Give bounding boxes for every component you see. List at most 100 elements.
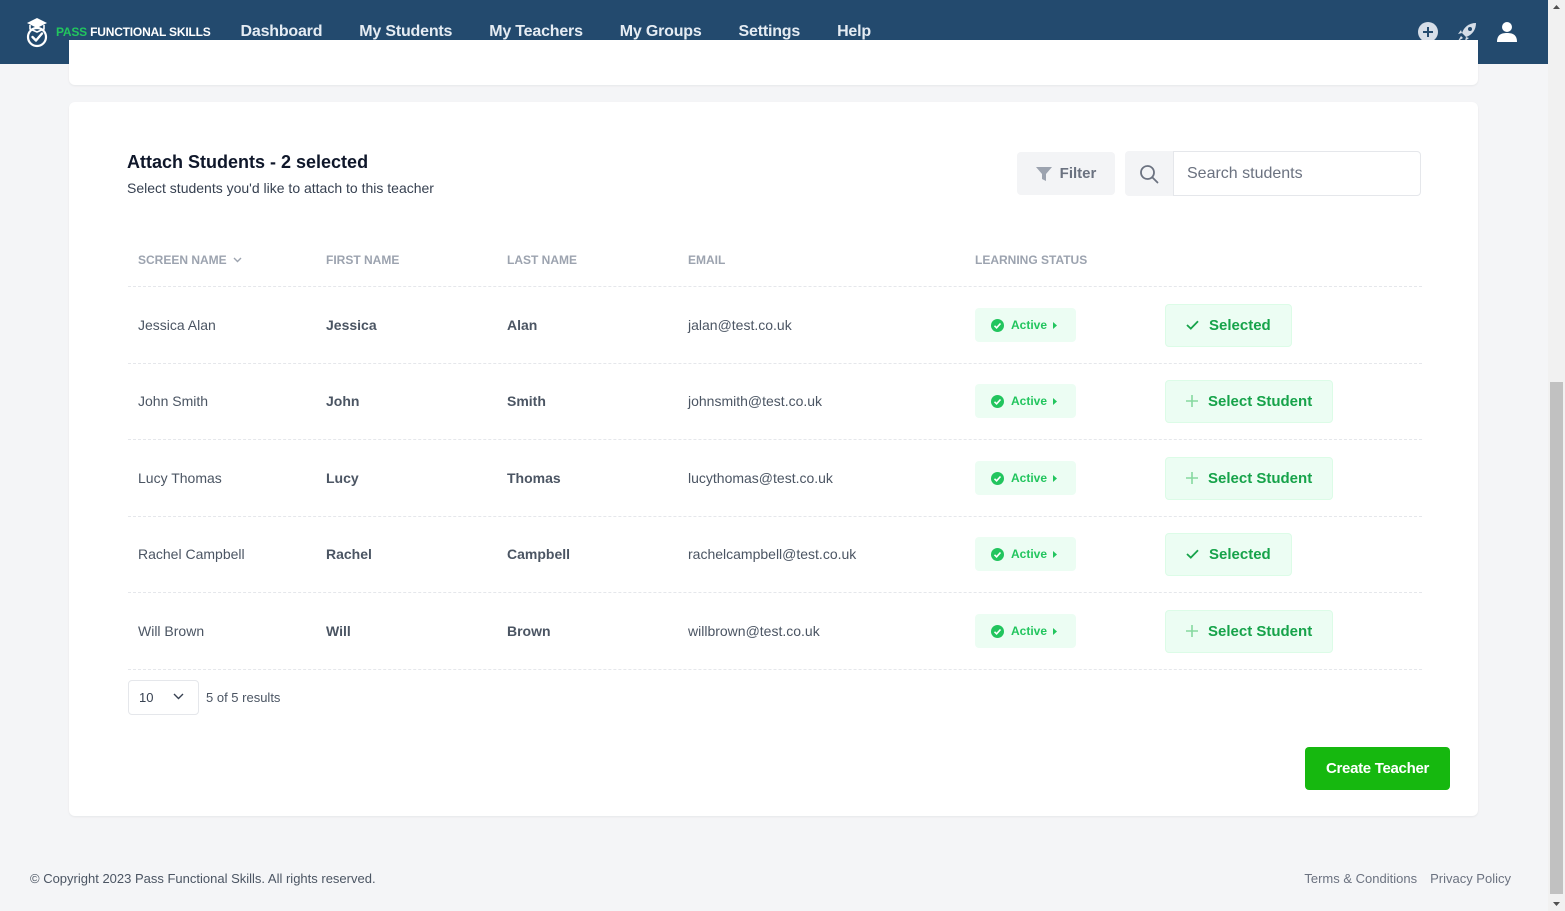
scroll-up-arrow-icon[interactable] (1548, 0, 1565, 14)
table-row: Rachel Campbell Rachel Campbell rachelca… (128, 516, 1422, 593)
select-student-button[interactable]: Select Student (1165, 379, 1334, 423)
nav-settings[interactable]: Settings (739, 23, 801, 41)
logo-suffix: FUNCTIONAL SKILLS (90, 25, 211, 39)
cell-last-name: Alan (507, 317, 538, 333)
check-circle-icon (991, 394, 1004, 408)
plus-icon (1186, 395, 1198, 407)
status-badge[interactable]: Active (975, 384, 1076, 418)
scroll-thumb[interactable] (1550, 382, 1563, 894)
table-row: Jessica Alan Jessica Alan jalan@test.co.… (128, 287, 1422, 364)
logo-prefix: PASS (56, 25, 87, 39)
status-label: Active (1011, 547, 1048, 561)
status-badge[interactable]: Active (975, 614, 1076, 648)
caret-right-icon (1053, 474, 1058, 482)
status-label: Active (1011, 394, 1048, 408)
logo-text: PASS FUNCTIONAL SKILLS (56, 25, 211, 39)
cell-first-name: Lucy (326, 470, 359, 486)
table-row: Lucy Thomas Lucy Thomas lucythomas@test.… (128, 440, 1422, 517)
attach-students-card: Attach Students - 2 selected Select stud… (69, 102, 1478, 816)
check-icon (1186, 320, 1199, 330)
scrollbar[interactable] (1548, 0, 1565, 911)
search-button[interactable] (1125, 151, 1173, 196)
status-badge[interactable]: Active (975, 537, 1076, 571)
user-icon[interactable] (1496, 21, 1518, 43)
cell-last-name: Smith (507, 393, 546, 409)
check-circle-icon (991, 547, 1004, 561)
plus-icon (1186, 625, 1198, 637)
check-circle-icon (991, 624, 1004, 638)
filter-button[interactable]: Filter (1017, 152, 1115, 195)
previous-card (69, 40, 1478, 85)
status-badge[interactable]: Active (975, 461, 1076, 495)
logo-icon (26, 18, 48, 48)
table-header: SCREEN NAME FIRST NAME LAST NAME EMAIL L… (128, 242, 1422, 287)
chevron-down-icon (233, 257, 242, 263)
cell-email: lucythomas@test.co.uk (688, 470, 833, 486)
check-icon (1186, 549, 1199, 559)
header-last-name: LAST NAME (507, 253, 577, 267)
cell-email: rachelcampbell@test.co.uk (688, 546, 857, 562)
results-count: 5 of 5 results (206, 690, 281, 705)
footer-copyright: © Copyright 2023 Pass Functional Skills.… (30, 871, 376, 886)
cell-screen-name: Will Brown (138, 623, 205, 639)
nav-my-students[interactable]: My Students (359, 23, 452, 41)
cell-last-name: Thomas (507, 470, 561, 486)
cell-first-name: Jessica (326, 317, 377, 333)
cell-last-name: Campbell (507, 546, 571, 562)
check-circle-icon (991, 318, 1004, 332)
status-badge[interactable]: Active (975, 308, 1076, 342)
cell-first-name: John (326, 393, 360, 409)
cell-first-name: Rachel (326, 546, 372, 562)
cell-action: Selected (1165, 516, 1292, 592)
cell-action: Select Student (1165, 593, 1334, 669)
chevron-down-icon (173, 693, 184, 700)
cell-screen-name: Rachel Campbell (138, 546, 245, 562)
cell-action: Select Student (1165, 363, 1334, 439)
select-student-button[interactable]: Select Student (1165, 456, 1334, 500)
filter-icon (1035, 166, 1052, 181)
privacy-link[interactable]: Privacy Policy (1430, 871, 1511, 886)
select-student-label: Select Student (1208, 622, 1313, 640)
main-nav: Dashboard My Students My Teachers My Gro… (229, 23, 908, 41)
cell-screen-name: John Smith (138, 393, 209, 409)
check-circle-icon (991, 471, 1004, 485)
header-first-name: FIRST NAME (326, 253, 400, 267)
selected-button[interactable]: Selected (1165, 532, 1292, 576)
cell-status: Active (975, 363, 1076, 439)
cell-email: jalan@test.co.uk (688, 317, 792, 333)
cell-screen-name: Jessica Alan (138, 317, 216, 333)
selected-label: Selected (1209, 545, 1271, 563)
cell-first-name: Will (326, 623, 351, 639)
cell-status: Active (975, 593, 1076, 669)
card-subtitle: Select students you'd like to attach to … (127, 180, 434, 196)
plus-circle-icon[interactable] (1418, 22, 1438, 42)
page-size-select[interactable]: 10 (128, 680, 199, 715)
nav-my-groups[interactable]: My Groups (620, 23, 702, 41)
footer-links: Terms & Conditions Privacy Policy (1291, 871, 1511, 886)
nav-help[interactable]: Help (837, 23, 871, 41)
cell-email: willbrown@test.co.uk (688, 623, 820, 639)
page-size-value: 10 (139, 690, 154, 705)
search-input[interactable] (1173, 151, 1421, 196)
selected-label: Selected (1209, 316, 1271, 334)
selected-button[interactable]: Selected (1165, 303, 1292, 347)
card-title: Attach Students - 2 selected (127, 152, 369, 172)
nav-dashboard[interactable]: Dashboard (241, 23, 323, 41)
caret-right-icon (1053, 550, 1058, 558)
status-label: Active (1011, 318, 1048, 332)
terms-link[interactable]: Terms & Conditions (1304, 871, 1417, 886)
cell-status: Active (975, 287, 1076, 363)
header-email: EMAIL (688, 253, 726, 267)
create-teacher-button[interactable]: Create Teacher (1305, 747, 1450, 790)
header-screen-name[interactable]: SCREEN NAME (138, 253, 242, 267)
search-icon (1140, 164, 1159, 183)
scroll-down-arrow-icon[interactable] (1548, 897, 1565, 911)
status-label: Active (1011, 624, 1048, 638)
caret-right-icon (1053, 321, 1058, 329)
nav-my-teachers[interactable]: My Teachers (489, 23, 583, 41)
select-student-button[interactable]: Select Student (1165, 609, 1334, 653)
select-student-label: Select Student (1208, 469, 1313, 487)
header-learning-status: LEARNING STATUS (975, 253, 1088, 267)
cell-action: Selected (1165, 287, 1292, 363)
cell-action: Select Student (1165, 440, 1334, 516)
